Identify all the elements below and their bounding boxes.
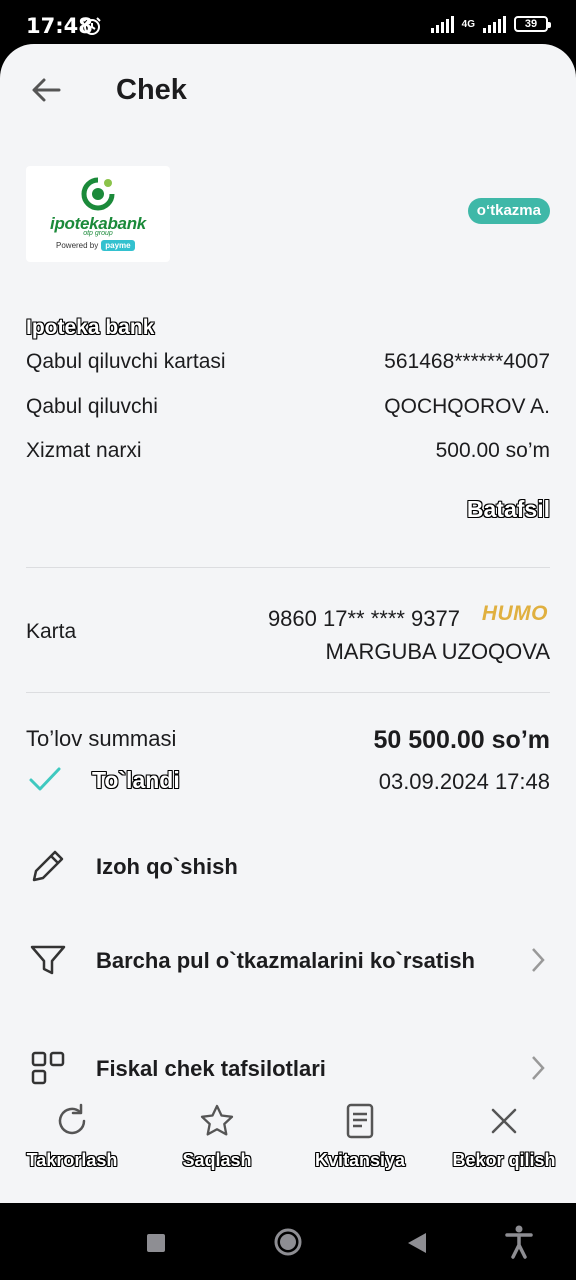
action-label: Izoh qo`shish [96, 853, 238, 879]
back-nav-button[interactable] [406, 1231, 428, 1260]
card-number: 9860 17** **** 9377 [267, 606, 460, 631]
logo-powered: Powered by payme [56, 240, 135, 251]
repeat-icon [58, 1103, 86, 1135]
page-title: Chek [116, 74, 187, 106]
header: Chek [0, 44, 576, 139]
save-button[interactable]: Saqlash [167, 1102, 267, 1171]
close-icon [491, 1108, 517, 1134]
accessibility-button[interactable] [504, 1225, 534, 1264]
row-value: 561468******4007 [384, 350, 550, 373]
receipt-row: Qabul qiluvchi QOCHQOROV A. [26, 395, 550, 419]
card-holder: MARGUBA UZOQOVA [325, 639, 550, 664]
row-value: QOCHQOROV A. [384, 395, 550, 418]
status-text: To`landi [92, 767, 180, 793]
bank-name: Ipoteka bank [26, 316, 155, 339]
chevron-right-icon [526, 947, 550, 973]
receipt-document-button[interactable]: Kvitansiya [310, 1102, 410, 1171]
square-icon [147, 1234, 165, 1252]
receipt-sheet: Chek ipotekabank otp group Powered by pa… [0, 44, 576, 1203]
receipt-row: Xizmat narxi 500.00 so’m [26, 439, 550, 463]
battery-level: 39 [524, 18, 538, 30]
status-bar: 17:48 4G 39 [0, 0, 576, 50]
document-icon [346, 1103, 374, 1139]
home-button[interactable] [273, 1227, 303, 1262]
row-label: Qabul qiluvchi kartasi [26, 350, 226, 373]
repeat-button[interactable]: Takrorlash [22, 1102, 122, 1171]
alarm-icon [82, 16, 102, 41]
save-label: Saqlash [182, 1150, 252, 1170]
row-label: Qabul qiluvchi [26, 395, 158, 418]
card-label: Karta [26, 620, 77, 643]
arrow-left-icon [32, 78, 61, 102]
back-button[interactable] [26, 72, 66, 108]
humo-logo: HUMO [481, 602, 548, 625]
chevron-right-icon [526, 1055, 550, 1081]
repeat-label: Takrorlash [26, 1150, 118, 1170]
signal-icon [430, 15, 454, 33]
add-comment-button[interactable]: Izoh qo`shish [26, 844, 550, 888]
action-label: Fiskal chek tafsilotlari [96, 1055, 326, 1081]
ipotekabank-logo-icon [81, 177, 115, 211]
triangle-back-icon [408, 1233, 426, 1253]
receipt-row: Qabul qiluvchi kartasi 561468******4007 [26, 350, 550, 374]
row-label: Xizmat narxi [26, 439, 142, 462]
bank-logo: ipotekabank otp group Powered by payme [26, 166, 170, 262]
payme-badge: payme [101, 240, 135, 251]
system-nav-bar [0, 1203, 576, 1280]
recents-button[interactable] [146, 1233, 166, 1258]
action-label: Barcha pul o`tkazmalarini ko`rsatish [96, 947, 475, 973]
cancel-label: Bekor qilish [452, 1150, 556, 1170]
circle-icon [274, 1228, 302, 1256]
sum-value: 50 500.00 so’m [373, 726, 550, 754]
receipt-document-label: Kvitansiya [314, 1150, 406, 1170]
qr-icon [26, 1046, 70, 1090]
bottom-action-bar: Takrorlash Saqlash Kvitansiya Bekor qili… [0, 1090, 576, 1203]
check-icon [28, 764, 62, 799]
sum-label: To’lov summasi [26, 726, 177, 751]
transfer-type-badge: o‘tkazma [467, 198, 550, 224]
divider [26, 692, 550, 693]
payment-datetime: 03.09.2024 17:48 [378, 769, 550, 794]
network-type: 4G [461, 18, 475, 30]
show-all-transfers-button[interactable]: Barcha pul o`tkazmalarini ko`rsatish [26, 938, 550, 982]
row-value: 500.00 so’m [435, 439, 550, 462]
battery-icon: 39 [514, 16, 551, 32]
divider [26, 567, 550, 568]
cancel-button[interactable]: Bekor qilish [452, 1102, 556, 1171]
star-icon [200, 1104, 234, 1136]
fiscal-receipt-button[interactable]: Fiskal chek tafsilotlari [26, 1046, 550, 1090]
signal-icon-2 [483, 15, 506, 33]
details-link[interactable]: Batafsil [467, 496, 550, 523]
pencil-icon [26, 844, 70, 888]
accessibility-icon [505, 1225, 533, 1259]
logo-powered-text: Powered by [56, 241, 99, 250]
logo-group: otp group [83, 230, 113, 237]
filter-icon [26, 938, 70, 982]
